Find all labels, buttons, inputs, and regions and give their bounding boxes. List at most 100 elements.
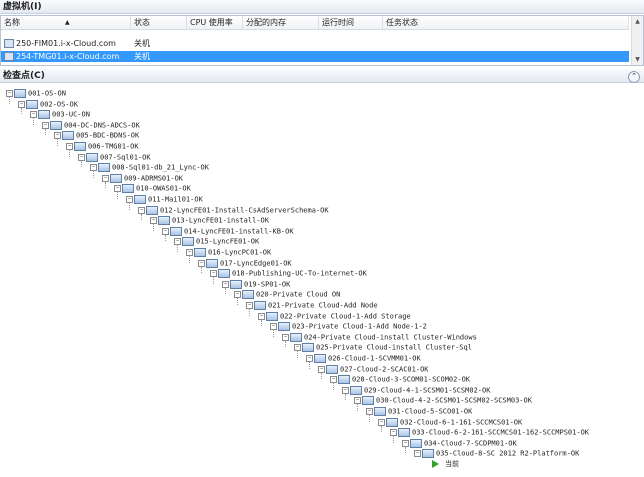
collapse-toggle-icon[interactable]: −: [54, 132, 61, 140]
collapse-toggle-icon[interactable]: −: [210, 270, 217, 278]
tree-connector: [33, 118, 34, 125]
checkpoint-node[interactable]: − 018-Publishing-UC-To-internet-OK: [210, 269, 367, 279]
collapse-toggle-icon[interactable]: −: [126, 196, 133, 203]
collapse-toggle-icon[interactable]: −: [318, 365, 325, 373]
collapse-toggle-icon[interactable]: −: [78, 153, 85, 161]
collapse-toggle-icon[interactable]: −: [174, 238, 181, 246]
collapse-toggle-icon[interactable]: −: [414, 450, 421, 458]
checkpoint-icon: [314, 354, 326, 363]
checkpoint-node[interactable]: − 014-LyncFE01-install-KB-OK: [162, 226, 294, 236]
collapse-toggle-icon[interactable]: −: [138, 206, 145, 214]
vertical-scrollbar[interactable]: ▲ ▼: [631, 16, 643, 65]
checkpoint-node[interactable]: − 004-DC-DNS-ADCS-OK: [42, 120, 140, 130]
checkpoint-node[interactable]: − 035-Cloud-8-SC 2012 R2-Platform-OK: [414, 449, 579, 459]
collapse-toggle-icon[interactable]: −: [18, 100, 25, 108]
collapse-toggle-icon[interactable]: −: [90, 164, 97, 172]
checkpoint-node[interactable]: − 002-OS-OK: [18, 99, 78, 109]
collapse-toggle-icon[interactable]: −: [162, 227, 169, 235]
collapse-toggle-icon[interactable]: −: [6, 90, 13, 97]
checkpoint-icon: [182, 237, 194, 247]
collapse-toggle-icon[interactable]: −: [330, 376, 337, 384]
scroll-up-icon[interactable]: ▲: [633, 17, 642, 26]
checkpoint-node[interactable]: − 034-Cloud-7-SCDPM01-OK: [402, 438, 517, 448]
column-memory[interactable]: 分配的内存: [243, 16, 319, 30]
column-cpu-label: CPU 使用率: [190, 18, 233, 27]
collapse-toggle-icon[interactable]: −: [342, 386, 349, 394]
checkpoint-node[interactable]: − 025-Private Cloud-install Cluster-Sql: [294, 343, 472, 353]
checkpoint-node[interactable]: − 024-Private Cloud-install Cluster-Windo…: [282, 332, 477, 342]
checkpoint-node[interactable]: − 023-Private Cloud-1-Add Node-1-2: [270, 322, 427, 332]
vm-row-selected[interactable]: 254-TMG01.i-x-Cloud.com 关机: [1, 51, 629, 62]
vm-list[interactable]: 名称 ▲ 状态 CPU 使用率 分配的内存 运行时间 任务状态 250-FIM0…: [0, 15, 644, 66]
collapse-toggle-icon[interactable]: −: [246, 302, 253, 309]
column-status[interactable]: 状态: [131, 16, 187, 30]
checkpoint-node[interactable]: − 019-SP01-OK: [222, 279, 290, 289]
checkpoint-node[interactable]: − 003-UC-ON: [30, 110, 90, 120]
checkpoint-node[interactable]: − 011-Mail01-OK: [126, 195, 203, 204]
tree-connector: [201, 266, 202, 274]
vm-row[interactable]: 250-FIM01.i-x-Cloud.com 关机: [1, 38, 629, 49]
tree-connector: [45, 128, 46, 136]
checkpoint-label: 004-DC-DNS-ADCS-OK: [64, 121, 140, 130]
column-cpu[interactable]: CPU 使用率: [187, 16, 243, 30]
collapse-icon[interactable]: ⌃: [628, 71, 640, 83]
collapse-toggle-icon[interactable]: −: [270, 323, 277, 331]
checkpoint-node[interactable]: − 016-LyncPC01-OK: [186, 248, 271, 257]
collapse-toggle-icon[interactable]: −: [30, 111, 37, 119]
checkpoint-node[interactable]: − 005-BDC-BDNS-OK: [54, 131, 139, 141]
checkpoint-node[interactable]: − 010-OWAS01-OK: [114, 184, 191, 194]
checkpoint-node[interactable]: − 033-Cloud-6-2-161-SCCMCS01-162-SCCMPS01…: [390, 428, 589, 438]
collapse-toggle-icon[interactable]: −: [222, 280, 229, 288]
collapse-toggle-icon[interactable]: −: [234, 291, 241, 299]
checkpoint-node[interactable]: − 009-ADRMS01-OK: [102, 173, 183, 183]
checkpoint-icon: [374, 407, 386, 416]
collapse-toggle-icon[interactable]: −: [66, 143, 73, 150]
checkpoint-node[interactable]: − 030-Cloud-4-2-SCSM01-SCSM02-SCSM03-OK: [354, 396, 532, 406]
collapse-toggle-icon[interactable]: −: [282, 333, 289, 341]
checkpoint-node[interactable]: − 021-Private Cloud-Add Node: [246, 301, 378, 310]
collapse-toggle-icon[interactable]: −: [198, 259, 205, 267]
collapse-toggle-icon[interactable]: −: [150, 217, 157, 225]
checkpoint-icon: [110, 173, 122, 183]
checkpoint-node[interactable]: − 028-Cloud-3-SCOM01-SCOM02-OK: [330, 375, 470, 385]
collapse-toggle-icon[interactable]: −: [354, 397, 361, 405]
checkpoint-node[interactable]: − 032-Cloud-6-1-161-SCCMCS01-OK: [378, 417, 522, 427]
current-state-label: 当前: [445, 460, 459, 468]
collapse-toggle-icon[interactable]: −: [294, 344, 301, 352]
collapse-toggle-icon[interactable]: −: [306, 355, 313, 362]
collapse-toggle-icon[interactable]: −: [402, 439, 409, 447]
checkpoint-label: 025-Private Cloud-install Cluster-Sql: [316, 343, 472, 352]
checkpoint-node[interactable]: − 027-Cloud-2-SCAC01-OK: [318, 364, 429, 374]
checkpoint-section-header[interactable]: 检查点(C) ⌃: [0, 69, 644, 83]
column-uptime[interactable]: 运行时间: [319, 16, 383, 30]
checkpoint-node[interactable]: − 006-TMG01-OK: [66, 142, 139, 151]
collapse-toggle-icon[interactable]: −: [390, 429, 397, 437]
checkpoint-node[interactable]: − 017-LyncEdge01-OK: [198, 258, 292, 268]
checkpoint-node[interactable]: − 001-OS-ON: [6, 89, 66, 98]
checkpoint-node[interactable]: − 022-Private Cloud-1-Add Storage: [258, 311, 411, 321]
column-task-status[interactable]: 任务状态: [383, 16, 629, 30]
tree-connector: [81, 160, 82, 168]
checkpoint-node[interactable]: − 007-Sql01-OK: [78, 152, 151, 162]
checkpoint-node[interactable]: − 026-Cloud-1-SCVMM01-OK: [306, 354, 421, 363]
checkpoint-node[interactable]: − 012-LyncFE01-Install-CsAdServerSchema-O…: [138, 205, 329, 215]
checkpoint-node[interactable]: − 029-Cloud-4-1-SCSM01-SCSM02-OK: [342, 385, 490, 395]
collapse-toggle-icon[interactable]: −: [42, 121, 49, 129]
collapse-toggle-icon[interactable]: −: [114, 185, 121, 193]
current-state-node[interactable]: 当前: [432, 460, 459, 469]
scroll-down-icon[interactable]: ▼: [633, 55, 642, 64]
collapse-toggle-icon[interactable]: −: [186, 249, 193, 256]
collapse-toggle-icon[interactable]: −: [258, 312, 265, 320]
tree-connector: [21, 107, 22, 115]
checkpoint-node[interactable]: − 008-Sql01-db_21_Lync-OK: [90, 163, 209, 173]
checkpoint-node[interactable]: − 015-LyncFE01-OK: [174, 237, 259, 247]
collapse-toggle-icon[interactable]: −: [366, 408, 373, 415]
collapse-toggle-icon[interactable]: −: [378, 418, 385, 426]
tree-connector: [345, 393, 346, 401]
collapse-toggle-icon[interactable]: −: [102, 174, 109, 182]
column-name[interactable]: 名称 ▲: [1, 16, 131, 30]
checkpoint-node[interactable]: − 013-LyncFE01-install-OK: [150, 216, 269, 226]
checkpoint-node[interactable]: − 020-Private Cloud ON: [234, 290, 340, 300]
vm-section-header[interactable]: 虚拟机(I): [0, 0, 644, 14]
checkpoint-node[interactable]: − 031-Cloud-5-SCO01-OK: [366, 407, 472, 416]
